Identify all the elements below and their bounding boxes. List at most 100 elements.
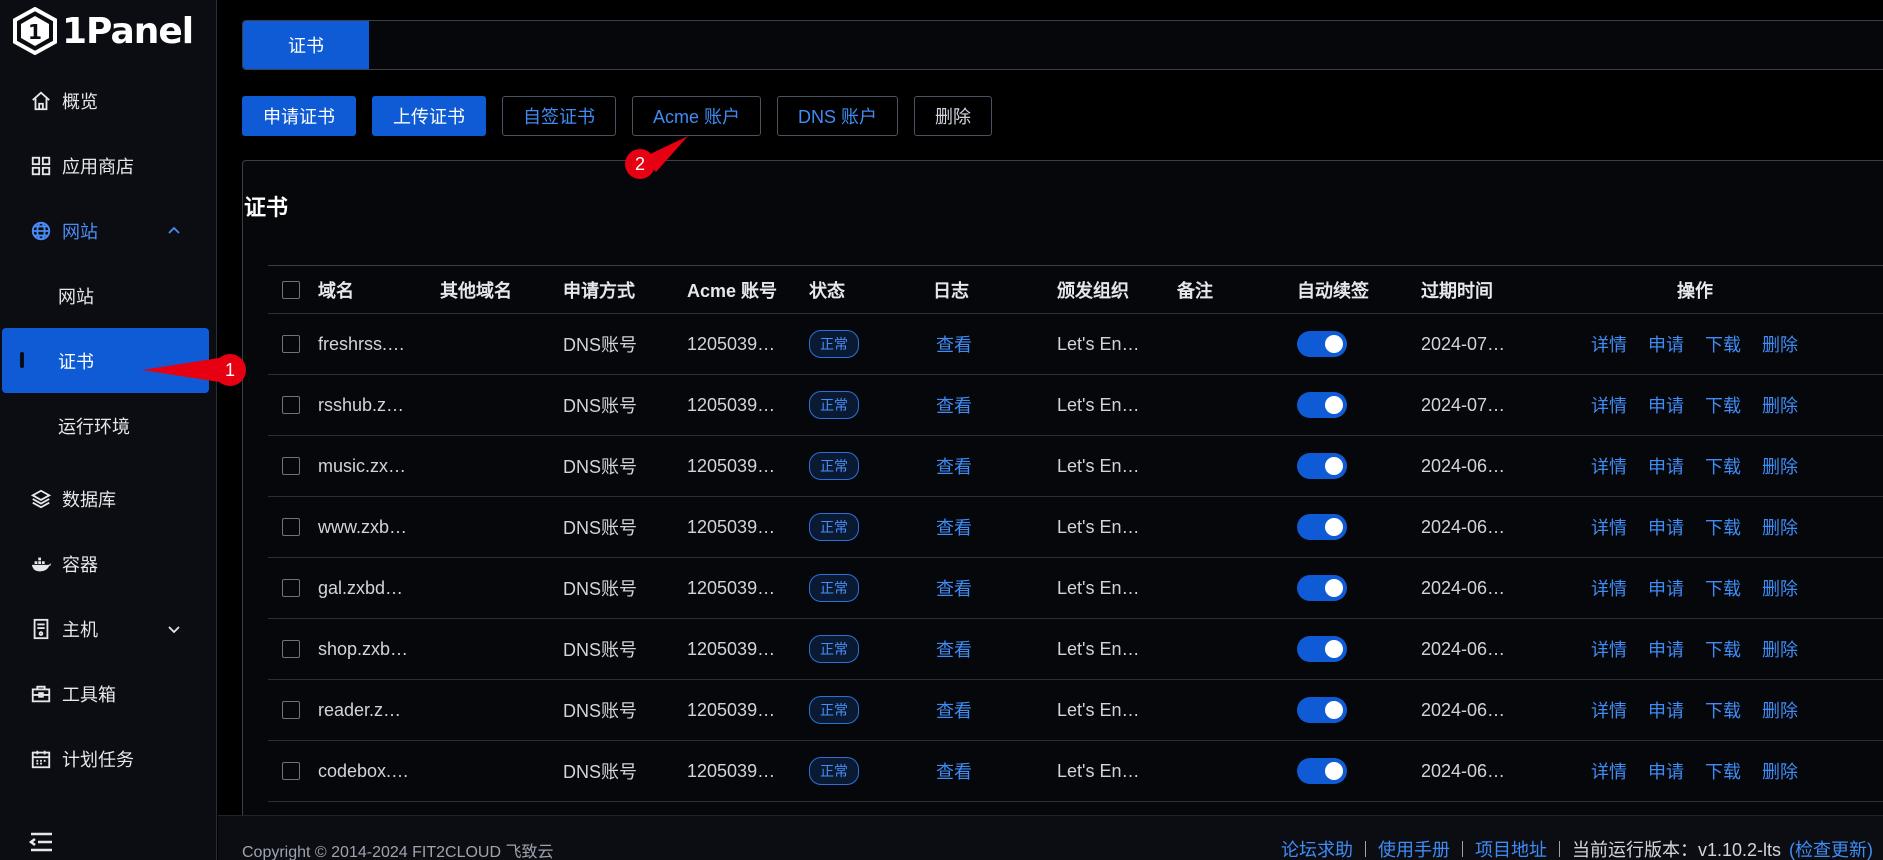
table-row: gal.zxbd… DNS账号 1205039… 正常 查看 Let's En… 2024-… [268,558,1883,619]
sidebar-item-container[interactable]: 容器 [0,531,217,596]
view-log-link[interactable]: 查看 [936,392,972,418]
detail-link[interactable]: 详情 [1591,453,1627,479]
row-checkbox[interactable] [282,396,300,414]
sidebar-item-database[interactable]: 数据库 [0,466,217,531]
delete-link[interactable]: 删除 [1762,758,1798,784]
apply-link[interactable]: 申请 [1648,758,1684,784]
auto-renew-toggle[interactable] [1297,514,1347,540]
delete-link[interactable]: 删除 [1762,331,1798,357]
apply-link[interactable]: 申请 [1648,575,1684,601]
cell-domain: gal.zxbd… [318,577,404,598]
view-log-link[interactable]: 查看 [936,331,972,357]
forum-help-link[interactable]: 论坛求助 [1281,836,1353,860]
sidebar-item-cron[interactable]: 计划任务 [0,726,217,791]
apply-link[interactable]: 申请 [1648,331,1684,357]
cell-issuer: Let's En… [1057,333,1140,354]
row-checkbox[interactable] [282,579,300,597]
auto-renew-toggle[interactable] [1297,758,1347,784]
cell-expire-time: 2024-06… [1421,760,1506,781]
version-text: 当前运行版本：v1.10.2-lts [1571,840,1781,860]
row-checkbox[interactable] [282,762,300,780]
view-log-link[interactable]: 查看 [936,514,972,540]
detail-link[interactable]: 详情 [1591,514,1627,540]
download-link[interactable]: 下载 [1705,514,1741,540]
toolbar: 申请证书 上传证书 自签证书 Acme 账户 DNS 账户 删除 [242,96,1008,136]
delete-link[interactable]: 删除 [1762,514,1798,540]
apply-link[interactable]: 申请 [1648,514,1684,540]
table-header: 域名 其他域名 申请方式 Acme 账号 状态 日志 颁发组织 备注 自动续签 … [268,265,1883,314]
view-log-link[interactable]: 查看 [936,575,972,601]
detail-link[interactable]: 详情 [1591,392,1627,418]
cell-domain: shop.zxb… [318,638,409,659]
row-checkbox[interactable] [282,518,300,536]
row-checkbox[interactable] [282,457,300,475]
delete-link[interactable]: 删除 [1762,575,1798,601]
delete-link[interactable]: 删除 [1762,636,1798,662]
upload-certificate-button[interactable]: 上传证书 [372,96,486,136]
sidebar-item-overview[interactable]: 概览 [0,68,217,133]
detail-link[interactable]: 详情 [1591,697,1627,723]
download-link[interactable]: 下载 [1705,697,1741,723]
dns-account-button[interactable]: DNS 账户 [777,96,899,136]
apply-link[interactable]: 申请 [1648,697,1684,723]
apply-certificate-button[interactable]: 申请证书 [242,96,356,136]
apply-link[interactable]: 申请 [1648,453,1684,479]
download-link[interactable]: 下载 [1705,453,1741,479]
auto-renew-toggle[interactable] [1297,453,1347,479]
view-log-link[interactable]: 查看 [936,453,972,479]
collapse-menu-icon[interactable] [28,831,54,853]
toolbox-icon [30,683,52,705]
download-link[interactable]: 下载 [1705,636,1741,662]
auto-renew-toggle[interactable] [1297,331,1347,357]
download-link[interactable]: 下载 [1705,758,1741,784]
sidebar-item-label: 运行环境 [58,416,130,437]
cell-expire-time: 2024-06… [1421,699,1506,720]
download-link[interactable]: 下载 [1705,575,1741,601]
apply-link[interactable]: 申请 [1648,392,1684,418]
delete-button[interactable]: 删除 [914,96,993,136]
auto-renew-toggle[interactable] [1297,392,1347,418]
sidebar-item-host[interactable]: 主机 [0,596,217,661]
user-manual-link[interactable]: 使用手册 [1378,836,1450,860]
view-log-link[interactable]: 查看 [936,697,972,723]
cell-method: DNS账号 [563,457,638,477]
sidebar-item-app-store[interactable]: 应用商店 [0,133,217,198]
view-log-link[interactable]: 查看 [936,758,972,784]
table-row: rsshub.z… DNS账号 1205039… 正常 查看 Let's En… 2024-… [268,375,1883,436]
download-link[interactable]: 下载 [1705,392,1741,418]
sidebar-item-toolbox[interactable]: 工具箱 [0,661,217,726]
auto-renew-toggle[interactable] [1297,575,1347,601]
detail-link[interactable]: 详情 [1591,331,1627,357]
sidebar-item-label: 主机 [62,619,98,640]
row-checkbox[interactable] [282,335,300,353]
apply-link[interactable]: 申请 [1648,636,1684,662]
auto-renew-toggle[interactable] [1297,697,1347,723]
acme-account-button[interactable]: Acme 账户 [632,96,762,136]
tab-certificate[interactable]: 证书 [243,21,369,69]
cell-expire-time: 2024-07… [1421,394,1506,415]
cell-acme-account: 1205039… [687,333,776,354]
detail-link[interactable]: 详情 [1591,758,1627,784]
delete-link[interactable]: 删除 [1762,697,1798,723]
detail-link[interactable]: 详情 [1591,575,1627,601]
view-log-link[interactable]: 查看 [936,636,972,662]
row-checkbox[interactable] [282,701,300,719]
sidebar-item-website-sub[interactable]: 网站 [0,263,217,328]
status-badge: 正常 [809,696,859,724]
check-update-link[interactable]: (检查更新) [1789,836,1873,860]
delete-link[interactable]: 删除 [1762,392,1798,418]
sidebar-item-certificate[interactable]: 证书 [2,328,209,393]
cell-method: DNS账号 [563,335,638,355]
sidebar-item-website[interactable]: 网站 [0,198,217,263]
detail-link[interactable]: 详情 [1591,636,1627,662]
delete-link[interactable]: 删除 [1762,453,1798,479]
self-signed-certificate-button[interactable]: 自签证书 [502,96,616,136]
select-all-checkbox[interactable] [282,280,300,299]
row-checkbox[interactable] [282,640,300,658]
project-address-link[interactable]: 项目地址 [1475,836,1547,860]
download-link[interactable]: 下载 [1705,331,1741,357]
auto-renew-toggle[interactable] [1297,636,1347,662]
column-header: 自动续签 [1297,280,1369,301]
sidebar-item-runtime[interactable]: 运行环境 [0,393,217,458]
logo[interactable]: 1 1Panel [12,6,194,56]
